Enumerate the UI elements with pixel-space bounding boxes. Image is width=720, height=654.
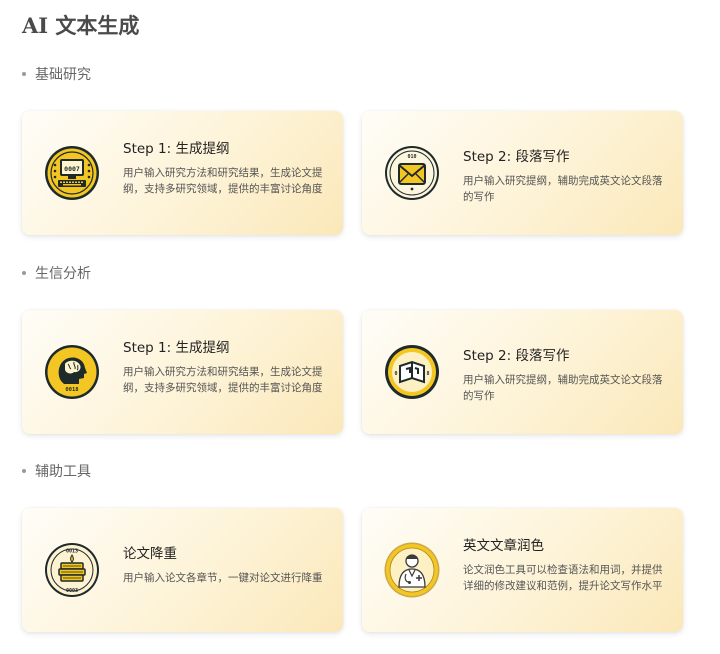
card-title: Step 1: 生成提纲 — [123, 340, 230, 356]
badge-code-bottom: 0003 — [66, 588, 78, 594]
card-description: 论文润色工具可以检查语法和用词，并提供详细的修改建议和范例，提升论文写作水平 — [463, 564, 663, 592]
computer-badge-icon: 0007 — [45, 146, 99, 200]
card-text: Step 2: 段落写作 用户输入研究提纲，辅助完成英文论文段落的写作 — [463, 145, 663, 205]
card-text: 论文降重 用户输入论文各章节，一键对论文进行降重 — [123, 542, 323, 586]
brain-head-badge-icon: 0018 — [45, 345, 99, 399]
book-stack-badge-icon: 0013 0003 — [45, 543, 99, 597]
card-title: Step 2: 段落写作 — [463, 149, 570, 165]
card-title: Step 2: 段落写作 — [463, 348, 570, 364]
card-description: 用户输入研究方法和研究结果，生成论文提纲，支持多研究领域，提供的丰富讨论角度 — [123, 366, 323, 394]
card-description: 用户输入研究提纲，辅助完成英文论文段落的写作 — [463, 374, 663, 402]
page-title: AI 文本生成 — [22, 13, 140, 38]
badge-code: 0018 — [65, 387, 78, 393]
card-text: Step 1: 生成提纲 用户输入研究方法和研究结果，生成论文提纲，支持多研究领… — [123, 336, 323, 396]
section-title-basic-research: 基础研究 — [22, 64, 91, 84]
section-title-bioinformatics: 生信分析 — [22, 263, 91, 283]
card-tool-rewrite[interactable]: 0013 0003 论文降重 用户输入论文各章节，一键对论文进行降重 — [22, 508, 343, 632]
section-title-tools: 辅助工具 — [22, 461, 91, 481]
card-bio-outline[interactable]: 0018 Step 1: 生成提纲 用户输入研究方法和研究结果，生成论文提纲，支… — [22, 310, 343, 434]
badge-code-top: 0013 — [66, 549, 78, 555]
card-title: 论文降重 — [123, 546, 177, 562]
book-badge-icon: 0 8 — [385, 345, 439, 399]
card-text: Step 2: 段落写作 用户输入研究提纲，辅助完成英文论文段落的写作 — [463, 344, 663, 404]
badge-code-left: 0 — [394, 371, 397, 377]
card-title: 英文文章润色 — [463, 538, 544, 554]
card-bio-paragraph[interactable]: 0 8 Step 2: 段落写作 用户输入研究提纲，辅助完成英文论文段落的写作 — [362, 310, 683, 434]
section-label: 生信分析 — [35, 266, 91, 282]
bullet-dot — [22, 271, 26, 275]
badge-code-right: 8 — [426, 371, 429, 377]
badge-code: 0007 — [64, 165, 80, 173]
card-text: 英文文章润色 论文润色工具可以检查语法和用词，并提供详细的修改建议和范例，提升论… — [463, 534, 663, 594]
card-tool-polish[interactable]: 英文文章润色 论文润色工具可以检查语法和用词，并提供详细的修改建议和范例，提升论… — [362, 508, 683, 632]
card-basic-paragraph[interactable]: 010 Step 2: 段落写作 用户输入研究提纲，辅助完成英文论文段落的写作 — [362, 111, 683, 235]
badge-code: 010 — [407, 154, 416, 160]
card-description: 用户输入论文各章节，一键对论文进行降重 — [123, 572, 323, 584]
card-description: 用户输入研究提纲，辅助完成英文论文段落的写作 — [463, 175, 663, 203]
card-description: 用户输入研究方法和研究结果，生成论文提纲，支持多研究领域，提供的丰富讨论角度 — [123, 167, 323, 195]
section-label: 辅助工具 — [35, 464, 91, 480]
doctor-badge-icon — [384, 542, 440, 598]
card-text: Step 1: 生成提纲 用户输入研究方法和研究结果，生成论文提纲，支持多研究领… — [123, 137, 323, 197]
bullet-dot — [22, 72, 26, 76]
card-title: Step 1: 生成提纲 — [123, 141, 230, 157]
card-basic-outline[interactable]: 0007 Step 1: 生成提纲 用户输入研究方法和研究结果，生成论文提纲，支… — [22, 111, 343, 235]
bullet-dot — [22, 469, 26, 473]
envelope-badge-icon: 010 — [385, 146, 439, 200]
page: AI 文本生成 基础研究 0007 Step 1: 生成提纲 用户输入研究方法和… — [0, 0, 720, 654]
section-label: 基础研究 — [35, 67, 91, 83]
